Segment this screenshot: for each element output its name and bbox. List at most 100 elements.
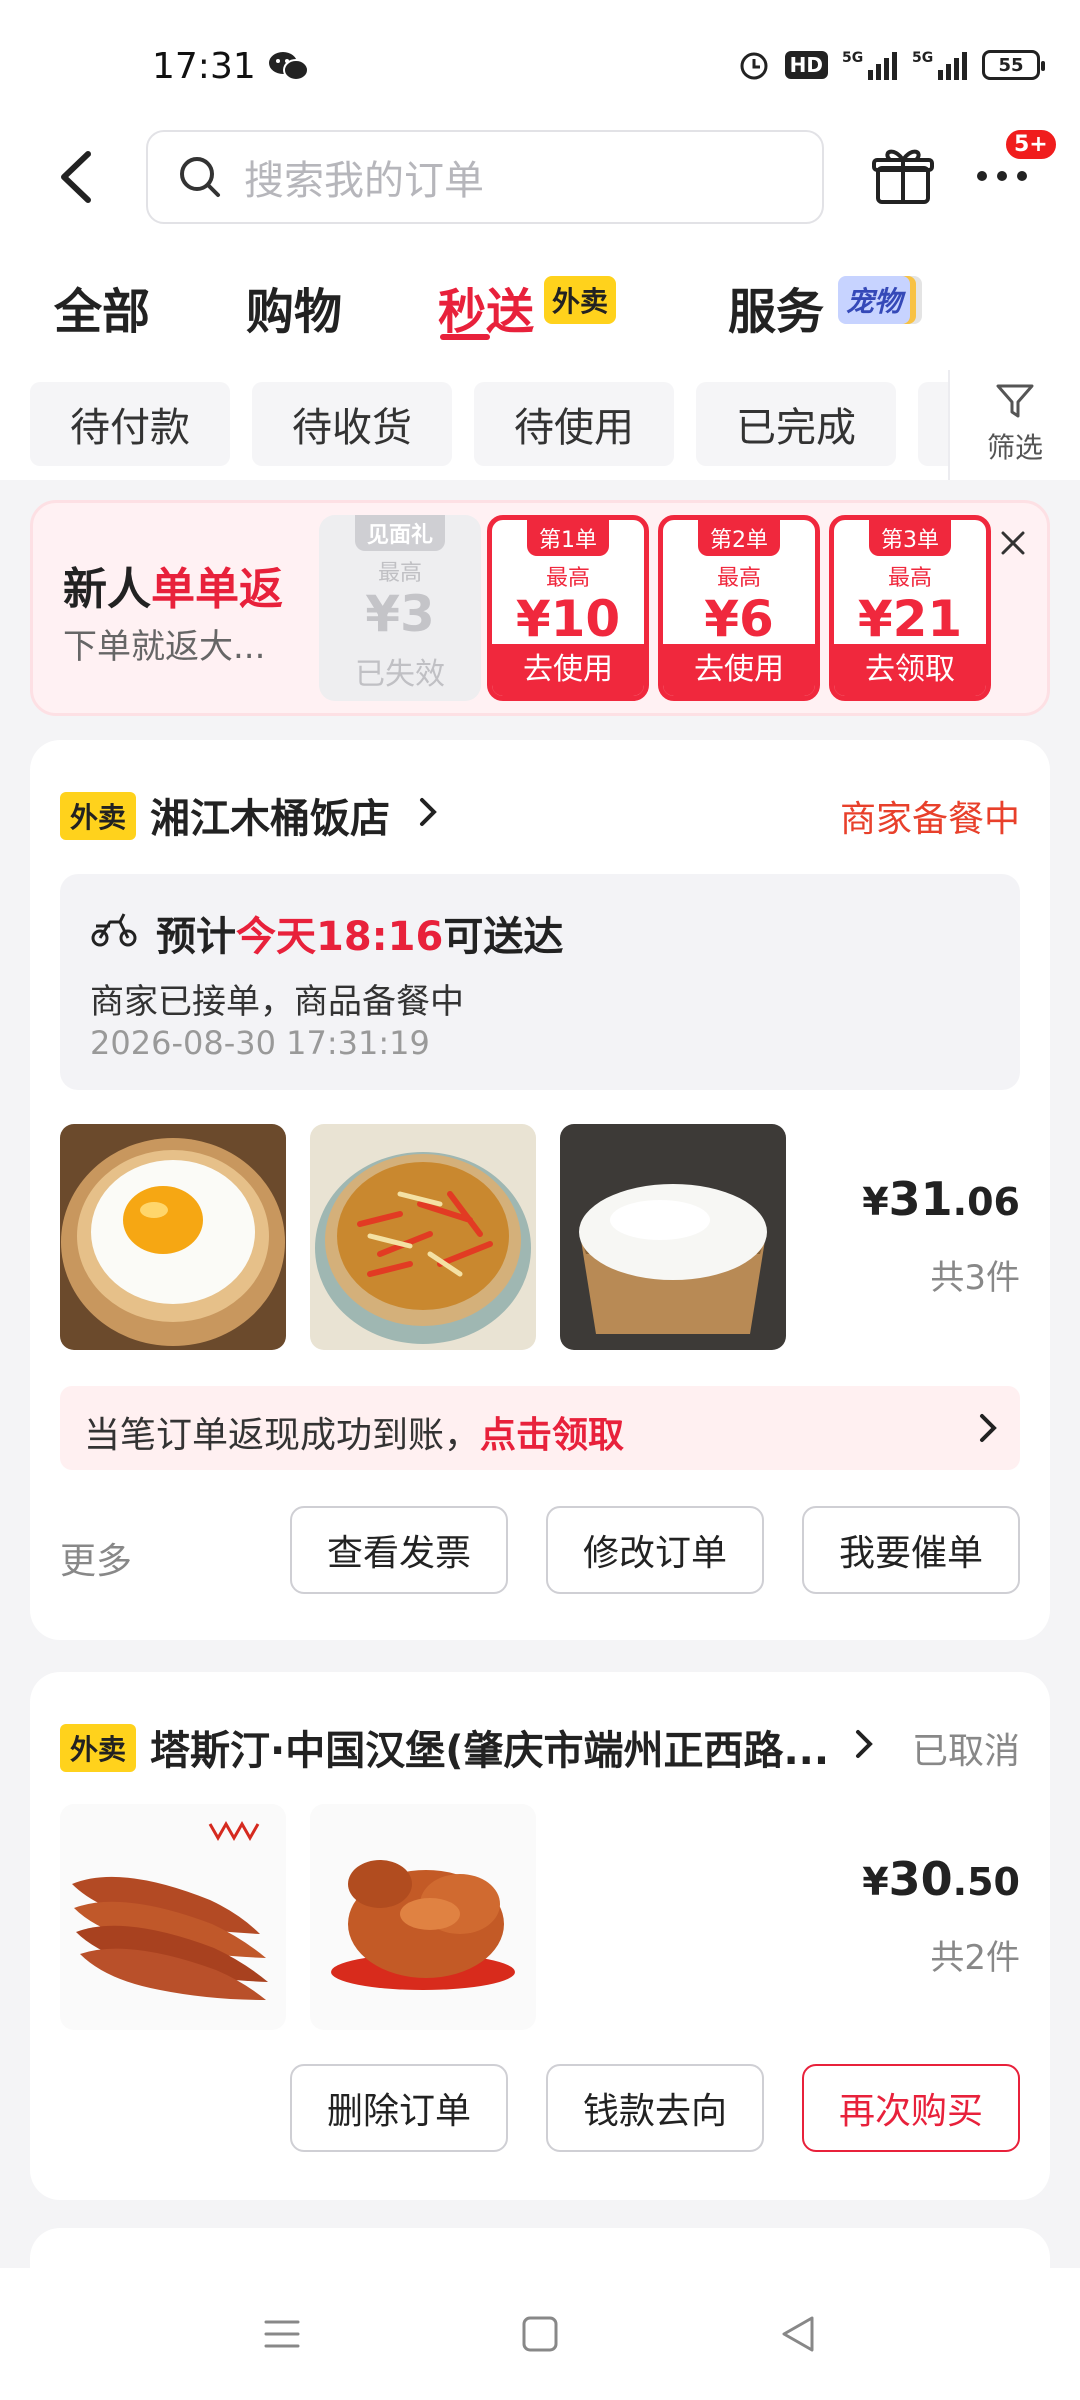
menu-icon[interactable] bbox=[260, 2312, 304, 2356]
product-thumbnail-wings[interactable] bbox=[60, 1804, 286, 2030]
product-thumbnail-rice[interactable] bbox=[560, 1124, 786, 1350]
coupon-amount: ¥6 bbox=[704, 590, 774, 648]
coupon-order-3[interactable]: 第3单 最高 ¥21 去领取 bbox=[829, 515, 991, 701]
product-thumbnail-roast-chicken[interactable] bbox=[310, 1804, 536, 2030]
filter-label: 筛选 bbox=[986, 431, 1043, 464]
coupon-amount: ¥3 bbox=[365, 585, 435, 643]
currency-symbol: ¥ bbox=[862, 1860, 889, 1904]
tab-tag-pet: 宠物 bbox=[838, 276, 911, 324]
coupon-top-label: 最高 bbox=[716, 566, 761, 591]
delivery-suffix: 可送达 bbox=[443, 914, 564, 960]
fried-egg-image bbox=[60, 1124, 286, 1350]
urge-order-button[interactable]: 我要催单 bbox=[802, 1506, 1020, 1594]
product-thumbnail-fried-egg[interactable] bbox=[60, 1124, 286, 1350]
status-bar: 17:31 HD 5G 5G 55 bbox=[0, 0, 1080, 120]
close-icon[interactable] bbox=[995, 525, 1031, 561]
coupon-top-label: 最高 bbox=[887, 566, 932, 591]
order-total-price: ¥31.06 bbox=[862, 1172, 1020, 1226]
chip-overflow[interactable] bbox=[918, 382, 948, 466]
coupon-use-button[interactable]: 去使用 bbox=[663, 644, 815, 696]
hd-icon: HD bbox=[784, 51, 828, 79]
chip-completed[interactable]: 已完成 bbox=[696, 382, 896, 466]
coupon-tag: 第1单 bbox=[527, 520, 609, 556]
tab-instant-delivery[interactable]: 秒送 bbox=[438, 272, 534, 342]
takeout-tag: 外卖 bbox=[60, 792, 137, 840]
order-total-price: ¥30.50 bbox=[862, 1852, 1020, 1906]
coupon-amount: ¥21 bbox=[857, 590, 963, 648]
shop-name[interactable]: 塔斯汀·中国汉堡(肇庆市端州正西路... bbox=[150, 1718, 829, 1776]
search-input[interactable]: 搜索我的订单 bbox=[146, 130, 824, 224]
takeout-tag: 外卖 bbox=[60, 1724, 137, 1772]
home-icon[interactable] bbox=[518, 2312, 562, 2356]
alarm-icon bbox=[740, 52, 768, 80]
shop-name[interactable]: 湘江木桶饭店 bbox=[150, 786, 390, 844]
delete-order-button[interactable]: 删除订单 bbox=[290, 2064, 508, 2152]
delivery-time-highlight: 今天18:16 bbox=[236, 914, 444, 960]
roast-chicken-image bbox=[310, 1804, 536, 2030]
view-invoice-button[interactable]: 查看发票 bbox=[290, 1506, 508, 1594]
5g-signal-icon: 5G bbox=[842, 50, 897, 80]
back-icon[interactable] bbox=[50, 142, 110, 212]
coupon-action: 已失效 bbox=[355, 657, 445, 692]
new-user-cashback-banner[interactable]: 新人单单返 下单就返大... 见面礼 最高 ¥3 已失效 第1单 最高 ¥10 … bbox=[30, 500, 1050, 716]
price-decimal: .50 bbox=[952, 1860, 1020, 1904]
coupon-order-1[interactable]: 第1单 最高 ¥10 去使用 bbox=[487, 515, 649, 701]
item-count: 共2件 bbox=[930, 1938, 1020, 1978]
coupon-tag: 第3单 bbox=[869, 520, 951, 556]
chevron-right-icon[interactable] bbox=[852, 1726, 876, 1762]
order-card[interactable]: 外卖 湘江木桶饭店 商家备餐中 预计今天18:16可送达 商家已接单，商品备餐中… bbox=[30, 740, 1050, 1640]
battery-indicator: 55 bbox=[982, 50, 1045, 80]
gift-icon[interactable] bbox=[870, 142, 936, 208]
system-navigation-bar bbox=[0, 2268, 1080, 2400]
chevron-right-icon bbox=[980, 1414, 997, 1442]
coupon-claim-button[interactable]: 去领取 bbox=[834, 644, 986, 696]
refund-status-button[interactable]: 钱款去向 bbox=[546, 2064, 764, 2152]
chip-pending-receipt[interactable]: 待收货 bbox=[252, 382, 452, 466]
tab-all[interactable]: 全部 bbox=[54, 272, 150, 342]
delivery-info: 预计今天18:16可送达 商家已接单，商品备餐中 2026-08-30 17:3… bbox=[60, 874, 1020, 1090]
search-placeholder: 搜索我的订单 bbox=[244, 158, 484, 204]
cashback-text: 当笔订单返现成功到账，点击领取 bbox=[84, 1406, 624, 1458]
more-dots-icon bbox=[977, 171, 1027, 181]
product-thumbnail-shredded-pork[interactable] bbox=[310, 1124, 536, 1350]
delivery-prefix: 预计 bbox=[156, 914, 236, 960]
coupon-order-2[interactable]: 第2单 最高 ¥6 去使用 bbox=[658, 515, 820, 701]
order-status: 商家备餐中 bbox=[839, 799, 1020, 840]
search-icon bbox=[180, 157, 220, 197]
more-options-link[interactable]: 更多 bbox=[60, 1532, 132, 1584]
cashback-claim-link[interactable]: 点击领取 bbox=[480, 1415, 624, 1456]
cashback-message: 当笔订单返现成功到账， bbox=[84, 1415, 481, 1456]
promo-title-prefix: 新人 bbox=[63, 564, 151, 615]
status-time: 17:31 bbox=[152, 46, 256, 87]
chip-pending-use[interactable]: 待使用 bbox=[474, 382, 674, 466]
item-count: 共3件 bbox=[930, 1258, 1020, 1298]
header: 搜索我的订单 5+ bbox=[0, 120, 1080, 240]
filter-icon bbox=[996, 384, 1034, 418]
promo-title: 新人单单返 bbox=[63, 553, 283, 617]
modify-order-button[interactable]: 修改订单 bbox=[546, 1506, 764, 1594]
promo-title-highlight: 单单返 bbox=[151, 564, 283, 615]
delivery-status-text: 商家已接单，商品备餐中 bbox=[90, 982, 464, 1022]
chip-pending-payment[interactable]: 待付款 bbox=[30, 382, 230, 466]
coupon-top-label: 最高 bbox=[377, 561, 422, 586]
scooter-icon bbox=[91, 913, 137, 947]
promo-subtitle: 下单就返大... bbox=[63, 627, 266, 667]
chicken-wings-image bbox=[60, 1804, 286, 2030]
coupon-tag: 见面礼 bbox=[354, 515, 445, 551]
tab-shopping[interactable]: 购物 bbox=[246, 272, 342, 342]
chevron-right-icon[interactable] bbox=[416, 794, 440, 830]
tab-services[interactable]: 服务 bbox=[728, 272, 824, 342]
status-filter-row: 待付款 待收货 待使用 已完成 筛选 bbox=[0, 370, 1080, 480]
svg-text:5G: 5G bbox=[912, 50, 933, 66]
filter-button[interactable]: 筛选 bbox=[962, 380, 1068, 470]
coupon-use-button[interactable]: 去使用 bbox=[492, 644, 644, 696]
cashback-notice[interactable]: 当笔订单返现成功到账，点击领取 bbox=[60, 1386, 1020, 1470]
order-card[interactable]: 外卖 塔斯汀·中国汉堡(肇庆市端州正西路... 已取消 ¥30.50 共2件 删… bbox=[30, 1672, 1050, 2200]
price-integer: 30 bbox=[888, 1852, 953, 1906]
5g-signal-icon: 5G bbox=[912, 50, 967, 80]
back-nav-icon[interactable] bbox=[776, 2312, 820, 2356]
message-badge: 5+ bbox=[1004, 128, 1058, 161]
wechat-icon bbox=[269, 52, 309, 81]
divider bbox=[948, 370, 950, 480]
buy-again-button[interactable]: 再次购买 bbox=[802, 2064, 1020, 2152]
